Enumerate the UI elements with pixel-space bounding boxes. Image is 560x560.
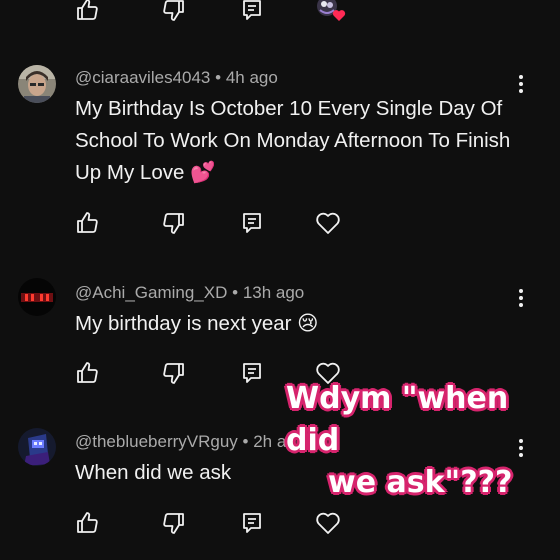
heart-button[interactable] — [314, 209, 342, 237]
reply-button[interactable] — [238, 209, 266, 237]
overlay-caption-line: we ask"??? — [328, 465, 513, 500]
comment-meta: @ciaraaviles4043 • 4h ago — [75, 68, 278, 88]
avatar[interactable] — [18, 278, 56, 316]
like-button[interactable] — [73, 209, 101, 237]
thumb-down-icon — [163, 513, 184, 534]
thumb-up-icon — [77, 0, 98, 20]
meta-separator: • — [242, 432, 249, 451]
reply-button[interactable] — [238, 509, 266, 537]
comment-meta: @Achi_Gaming_XD • 13h ago — [75, 283, 304, 303]
meta-separator: • — [215, 68, 222, 87]
comment-icon — [243, 0, 261, 20]
dislike-button[interactable] — [160, 359, 188, 387]
reply-button[interactable] — [238, 359, 266, 387]
creator-heart-badge — [314, 0, 346, 24]
more-vert-icon — [519, 289, 523, 307]
comment-icon — [243, 363, 261, 383]
comment-author[interactable]: @ciaraaviles4043 — [75, 68, 210, 87]
thumb-up-icon — [77, 212, 98, 233]
more-vert-icon — [519, 75, 523, 93]
more-options-button[interactable] — [509, 286, 533, 310]
dislike-button[interactable] — [160, 209, 188, 237]
comment-icon — [243, 213, 261, 233]
comment-author[interactable]: @Achi_Gaming_XD — [75, 283, 227, 302]
like-button[interactable] — [73, 0, 101, 24]
avatar[interactable] — [18, 65, 56, 103]
comment-icon — [243, 513, 261, 533]
overlay-caption: Wdym "when did we ask"??? — [284, 378, 560, 504]
comment-text: My Birthday Is October 10 Every Single D… — [75, 97, 511, 184]
thumb-down-icon — [163, 363, 184, 384]
overlay-caption-line: Wdym "when did — [286, 381, 509, 458]
dislike-button[interactable] — [160, 509, 188, 537]
heart-button[interactable] — [314, 509, 342, 537]
creator-heart-icon — [317, 0, 346, 21]
thumb-down-icon — [163, 213, 184, 234]
thumb-down-icon — [163, 0, 184, 21]
comment-meta: @theblueberryVRguy • 2h ago — [75, 432, 305, 452]
heart-outline-icon — [316, 212, 340, 234]
dislike-button[interactable] — [160, 0, 188, 24]
comment-text: My birthday is next year 😢 — [75, 312, 319, 335]
thumb-up-icon — [77, 512, 98, 533]
reply-button[interactable] — [238, 0, 266, 24]
comment-author[interactable]: @theblueberryVRguy — [75, 432, 238, 451]
avatar[interactable] — [18, 428, 56, 466]
comment-timestamp[interactable]: 4h ago — [226, 68, 278, 87]
thumb-up-icon — [77, 362, 98, 383]
comment-timestamp[interactable]: 13h ago — [243, 283, 304, 302]
meta-separator: • — [232, 283, 239, 302]
like-button[interactable] — [73, 359, 101, 387]
heart-outline-icon — [316, 512, 340, 534]
like-button[interactable] — [73, 509, 101, 537]
